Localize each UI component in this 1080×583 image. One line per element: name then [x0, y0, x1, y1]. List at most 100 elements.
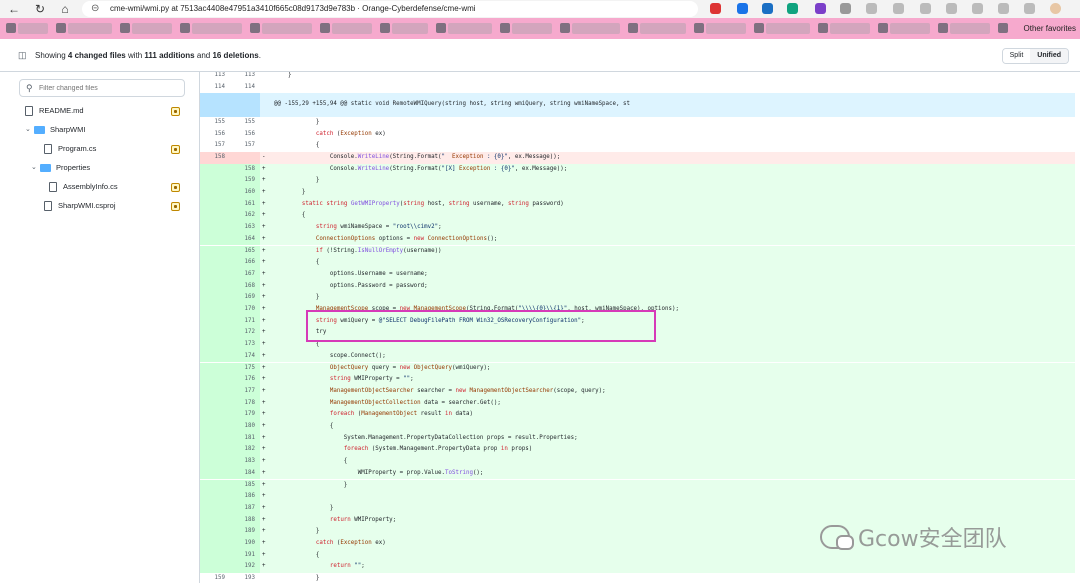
- old-line-number[interactable]: [200, 561, 230, 574]
- downloads-icon[interactable]: [998, 3, 1009, 14]
- bookmark-item[interactable]: [766, 23, 810, 34]
- extension-icon[interactable]: [840, 3, 851, 14]
- bookmark-icon[interactable]: [938, 23, 948, 33]
- bookmark-icon[interactable]: [500, 23, 510, 33]
- new-line-number[interactable]: 166: [230, 257, 260, 269]
- old-line-number[interactable]: 157: [200, 140, 230, 152]
- new-line-number[interactable]: 159: [230, 175, 260, 187]
- old-line-number[interactable]: [200, 292, 230, 304]
- extension-icon[interactable]: [710, 3, 721, 14]
- new-line-number[interactable]: 175: [230, 362, 260, 375]
- new-line-number[interactable]: 168: [230, 280, 260, 293]
- bookmark-icon[interactable]: [560, 23, 570, 33]
- new-line-number[interactable]: 174: [230, 350, 260, 363]
- new-line-number[interactable]: 158: [230, 163, 260, 176]
- bookmark-icon[interactable]: [694, 23, 704, 33]
- old-line-number[interactable]: [200, 175, 230, 187]
- bookmark-item[interactable]: [68, 23, 112, 34]
- new-line-number[interactable]: 192: [230, 561, 260, 574]
- other-favorites[interactable]: Other favorites: [1024, 22, 1076, 35]
- bookmark-item[interactable]: [706, 23, 746, 34]
- chevron-down-icon[interactable]: ⌄: [31, 160, 40, 176]
- new-line-number[interactable]: 161: [230, 198, 260, 211]
- bookmark-item[interactable]: [950, 23, 990, 34]
- old-line-number[interactable]: [200, 526, 230, 538]
- bookmark-item[interactable]: [262, 23, 312, 34]
- new-line-number[interactable]: 157: [230, 140, 260, 152]
- old-line-number[interactable]: [200, 268, 230, 281]
- new-line-number[interactable]: 178: [230, 397, 260, 410]
- new-line-number[interactable]: 179: [230, 409, 260, 421]
- new-line-number[interactable]: 181: [230, 432, 260, 445]
- bookmark-item[interactable]: [890, 23, 930, 34]
- file-tree-item-assemblyinfo[interactable]: AssemblyInfo.cs: [49, 179, 118, 195]
- bookmark-icon[interactable]: [818, 23, 828, 33]
- extension-icon[interactable]: [737, 3, 748, 14]
- bookmark-icon[interactable]: [628, 23, 638, 33]
- history-icon[interactable]: [972, 3, 983, 14]
- filter-files-input[interactable]: [39, 82, 179, 94]
- old-line-number[interactable]: 114: [200, 82, 230, 94]
- old-line-number[interactable]: [200, 549, 230, 562]
- new-line-number[interactable]: 190: [230, 538, 260, 550]
- old-line-number[interactable]: 156: [200, 129, 230, 141]
- old-line-number[interactable]: [200, 467, 230, 480]
- new-line-number[interactable]: 187: [230, 502, 260, 515]
- new-line-number[interactable]: 176: [230, 374, 260, 386]
- bookmark-icon[interactable]: [998, 23, 1008, 33]
- old-line-number[interactable]: [200, 339, 230, 351]
- bookmark-icon[interactable]: [320, 23, 330, 33]
- bookmark-icon[interactable]: [436, 23, 446, 33]
- extension-icon[interactable]: [787, 3, 798, 14]
- diff-hunk-header[interactable]: @@ -155,29 +155,94 @@ static void Remote…: [200, 93, 1075, 117]
- old-line-number[interactable]: 158: [200, 151, 230, 164]
- bookmark-icon[interactable]: [380, 23, 390, 33]
- address-bar[interactable]: ⊝ cme-wmi/wmi.py at 7513ac4408e47951a341…: [82, 1, 698, 17]
- new-line-number[interactable]: 160: [230, 187, 260, 199]
- old-line-number[interactable]: [200, 432, 230, 445]
- back-icon[interactable]: ←: [6, 1, 22, 17]
- old-line-number[interactable]: [200, 491, 230, 503]
- new-line-number[interactable]: 189: [230, 526, 260, 538]
- refresh-icon[interactable]: ↻: [32, 1, 48, 17]
- file-tree-item-sharpwmi[interactable]: ⌄ SharpWMI: [25, 122, 85, 138]
- extension-icon[interactable]: [762, 3, 773, 14]
- old-line-number[interactable]: [200, 385, 230, 398]
- old-line-number[interactable]: [200, 479, 230, 492]
- old-line-number[interactable]: [200, 444, 230, 457]
- file-tree-item-program[interactable]: Program.cs: [44, 141, 96, 157]
- new-line-number[interactable]: [230, 93, 260, 117]
- old-line-number[interactable]: [200, 187, 230, 199]
- bookmark-icon[interactable]: [754, 23, 764, 33]
- new-line-number[interactable]: 162: [230, 210, 260, 223]
- chevron-down-icon[interactable]: ⌄: [25, 122, 34, 138]
- new-line-number[interactable]: 180: [230, 421, 260, 433]
- new-line-number[interactable]: 114: [230, 82, 260, 94]
- old-line-number[interactable]: [200, 327, 230, 340]
- extension-icon[interactable]: [815, 3, 826, 14]
- bookmark-item[interactable]: [192, 23, 242, 34]
- new-line-number[interactable]: 182: [230, 444, 260, 457]
- new-line-number[interactable]: 172: [230, 327, 260, 340]
- extensions-icon[interactable]: [866, 3, 877, 14]
- new-line-number[interactable]: 177: [230, 385, 260, 398]
- new-line-number[interactable]: 170: [230, 304, 260, 316]
- new-line-number[interactable]: 183: [230, 456, 260, 468]
- bookmark-item[interactable]: [132, 23, 172, 34]
- new-line-number[interactable]: 155: [230, 117, 260, 129]
- new-line-number[interactable]: 184: [230, 467, 260, 480]
- old-line-number[interactable]: [200, 397, 230, 410]
- old-line-number[interactable]: [200, 421, 230, 433]
- bookmark-icon[interactable]: [120, 23, 130, 33]
- old-line-number[interactable]: [200, 409, 230, 421]
- new-line-number[interactable]: 171: [230, 315, 260, 328]
- file-tree-toggle-icon[interactable]: ◫: [18, 50, 27, 61]
- old-line-number[interactable]: [200, 257, 230, 269]
- bookmark-item[interactable]: [18, 23, 48, 34]
- old-line-number[interactable]: [200, 304, 230, 316]
- old-line-number[interactable]: [200, 362, 230, 375]
- new-line-number[interactable]: 156: [230, 129, 260, 141]
- bookmark-item[interactable]: [448, 23, 492, 34]
- extension-icon[interactable]: [1024, 3, 1035, 14]
- home-icon[interactable]: ⌂: [57, 1, 73, 17]
